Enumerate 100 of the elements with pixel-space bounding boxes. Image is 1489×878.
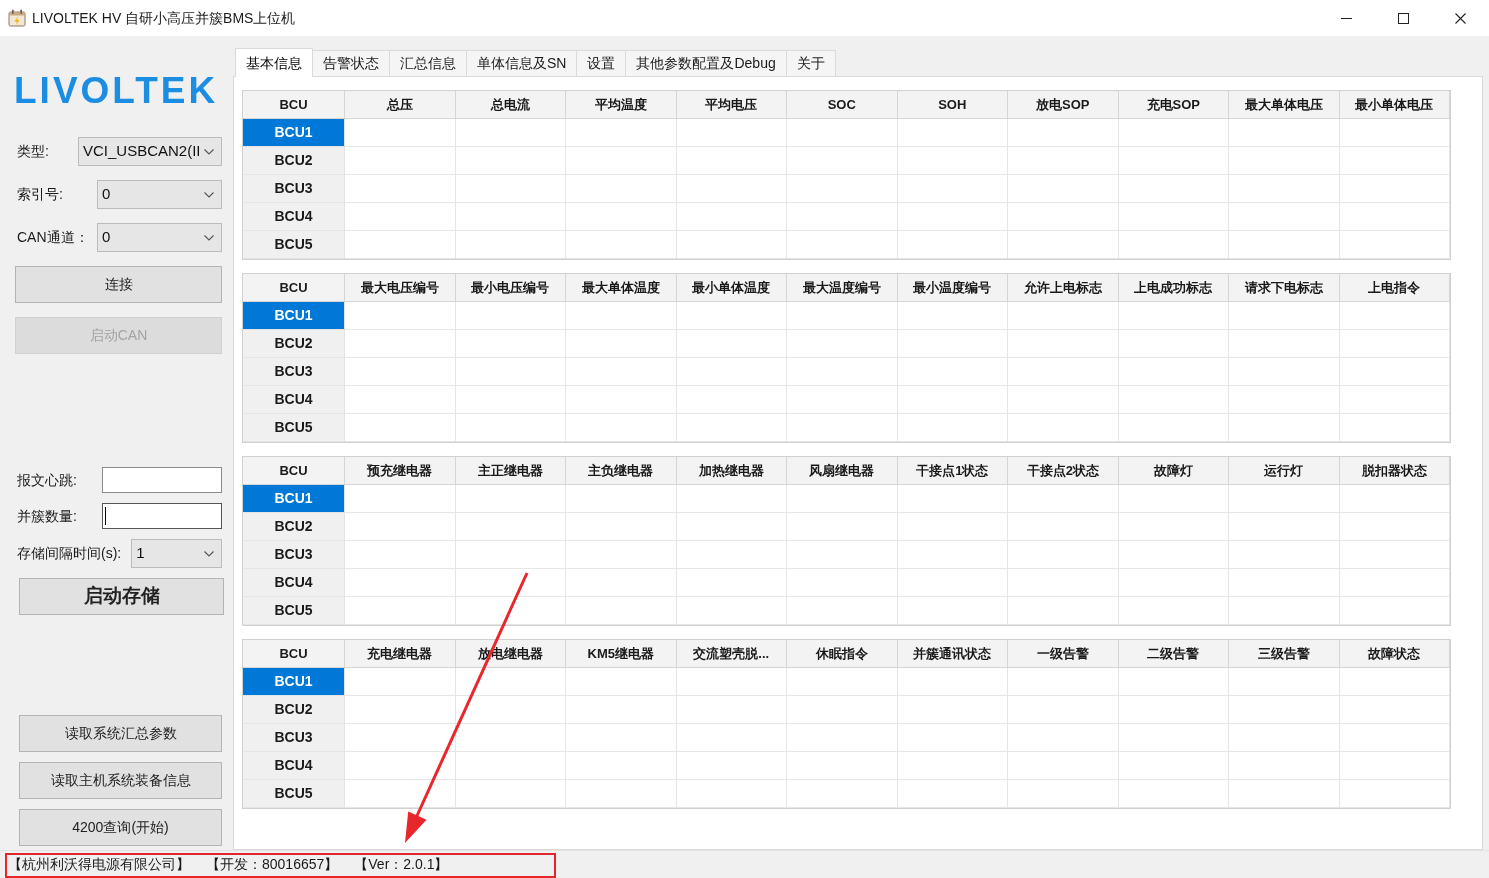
column-header[interactable]: 充电继电器: [345, 640, 456, 668]
tab[interactable]: 基本信息: [235, 48, 313, 77]
row-header[interactable]: BCU2: [243, 147, 345, 175]
button[interactable]: 连接: [15, 266, 222, 303]
row-header[interactable]: BCU4: [243, 203, 345, 231]
column-header[interactable]: 交流塑壳脱...: [676, 640, 787, 668]
row-header[interactable]: BCU5: [243, 231, 345, 259]
chevron-down-icon: [204, 191, 214, 198]
close-icon: [1455, 12, 1466, 24]
column-header[interactable]: 请求下电标志: [1229, 274, 1340, 302]
maximize-icon: [1398, 12, 1409, 24]
tab[interactable]: 关于: [785, 50, 836, 76]
calendar-icon: [8, 9, 26, 27]
column-header[interactable]: 总压: [345, 91, 456, 119]
column-header[interactable]: 二级告警: [1118, 640, 1229, 668]
row-header[interactable]: BCU4: [243, 569, 345, 597]
column-header[interactable]: 干接点2状态: [1008, 457, 1119, 485]
column-header[interactable]: 放电SOP: [1008, 91, 1119, 119]
row-header[interactable]: BCU4: [243, 386, 345, 414]
field-label: 报文心跳:: [17, 470, 78, 490]
column-header[interactable]: 加热继电器: [676, 457, 787, 485]
row-header[interactable]: BCU5: [243, 414, 345, 442]
column-header[interactable]: 最大单体电压: [1229, 91, 1340, 119]
column-header[interactable]: 风扇继电器: [787, 457, 898, 485]
text-cursor-icon: [105, 507, 106, 525]
column-header[interactable]: BCU: [243, 91, 345, 119]
column-header[interactable]: 并簇通讯状态: [897, 640, 1008, 668]
column-header[interactable]: 三级告警: [1229, 640, 1340, 668]
row-header[interactable]: BCU5: [243, 597, 345, 625]
column-header[interactable]: 脱扣器状态: [1339, 457, 1450, 485]
minimize-icon: [1341, 17, 1352, 19]
combo-box[interactable]: 0: [97, 180, 222, 209]
column-header[interactable]: 最小电压编号: [455, 274, 566, 302]
row-header[interactable]: BCU2: [243, 330, 345, 358]
field-label: 并簇数量:: [17, 506, 78, 526]
column-header[interactable]: 最小单体电压: [1339, 91, 1450, 119]
chevron-down-icon: [204, 148, 214, 155]
column-header[interactable]: 平均电压: [676, 91, 787, 119]
window-title: LIVOLTEK HV 自研小高压并簇BMS上位机: [32, 8, 296, 28]
column-header[interactable]: 总电流: [455, 91, 566, 119]
combo-box[interactable]: 1: [131, 539, 222, 568]
field-label: 索引号:: [17, 185, 64, 204]
column-header[interactable]: 干接点1状态: [897, 457, 1008, 485]
column-header[interactable]: SOH: [897, 91, 1008, 119]
column-header[interactable]: 运行灯: [1229, 457, 1340, 485]
column-header[interactable]: 主正继电器: [455, 457, 566, 485]
column-header[interactable]: BCU: [243, 457, 345, 485]
button[interactable]: 读取主机系统装备信息: [19, 762, 222, 799]
field-label: 类型:: [17, 142, 50, 161]
column-header[interactable]: 故障灯: [1118, 457, 1229, 485]
brand-logo: LIVOLTEK: [14, 70, 219, 110]
chevron-down-icon: [204, 234, 214, 241]
column-header[interactable]: 最大电压编号: [345, 274, 456, 302]
tab[interactable]: 设置: [576, 50, 627, 76]
column-header[interactable]: KM5继电器: [566, 640, 677, 668]
row-header[interactable]: BCU1: [243, 119, 345, 147]
column-header[interactable]: BCU: [243, 640, 345, 668]
column-header[interactable]: 主负继电器: [566, 457, 677, 485]
button[interactable]: 读取系统汇总参数: [19, 715, 222, 752]
tab[interactable]: 单体信息及SN: [466, 50, 578, 76]
row-header[interactable]: BCU1: [243, 485, 345, 513]
status-text: 【杭州利沃得电源有限公司】: [8, 855, 190, 874]
row-header[interactable]: BCU3: [243, 724, 345, 752]
column-header[interactable]: SOC: [787, 91, 898, 119]
column-header[interactable]: 最小温度编号: [897, 274, 1008, 302]
button[interactable]: 启动存储: [19, 578, 224, 615]
column-header[interactable]: 上电成功标志: [1118, 274, 1229, 302]
row-header[interactable]: BCU5: [243, 780, 345, 808]
column-header[interactable]: 最大单体温度: [566, 274, 677, 302]
button[interactable]: 4200查询(开始): [19, 809, 222, 846]
row-header[interactable]: BCU2: [243, 696, 345, 724]
column-header[interactable]: 充电SOP: [1118, 91, 1229, 119]
row-header[interactable]: BCU4: [243, 752, 345, 780]
column-header[interactable]: 休眠指令: [787, 640, 898, 668]
row-header[interactable]: BCU2: [243, 513, 345, 541]
field-label: 存储间隔时间(s):: [17, 544, 123, 563]
column-header[interactable]: 上电指令: [1339, 274, 1450, 302]
field-label: CAN通道：: [17, 228, 90, 247]
column-header[interactable]: 允许上电标志: [1008, 274, 1119, 302]
row-header[interactable]: BCU1: [243, 668, 345, 696]
column-header[interactable]: 故障状态: [1339, 640, 1450, 668]
row-header[interactable]: BCU3: [243, 541, 345, 569]
tab[interactable]: 其他参数配置及Debug: [625, 50, 787, 76]
tab[interactable]: 告警状态: [312, 50, 390, 76]
combo-box[interactable]: 0: [97, 223, 222, 252]
column-header[interactable]: 平均温度: [566, 91, 677, 119]
text-field[interactable]: [102, 467, 222, 493]
column-header[interactable]: 一级告警: [1008, 640, 1119, 668]
tab[interactable]: 汇总信息: [389, 50, 467, 76]
status-text: 【Ver：2.0.1】: [354, 855, 449, 874]
chevron-down-icon: [204, 550, 214, 557]
combo-box[interactable]: VCI_USBCAN2(II: [78, 137, 222, 166]
text-field[interactable]: [102, 503, 222, 529]
row-header[interactable]: BCU1: [243, 302, 345, 330]
column-header[interactable]: BCU: [243, 274, 345, 302]
row-header[interactable]: BCU3: [243, 358, 345, 386]
row-header[interactable]: BCU3: [243, 175, 345, 203]
column-header[interactable]: 预充继电器: [345, 457, 456, 485]
column-header[interactable]: 最大温度编号: [787, 274, 898, 302]
column-header[interactable]: 最小单体温度: [676, 274, 787, 302]
